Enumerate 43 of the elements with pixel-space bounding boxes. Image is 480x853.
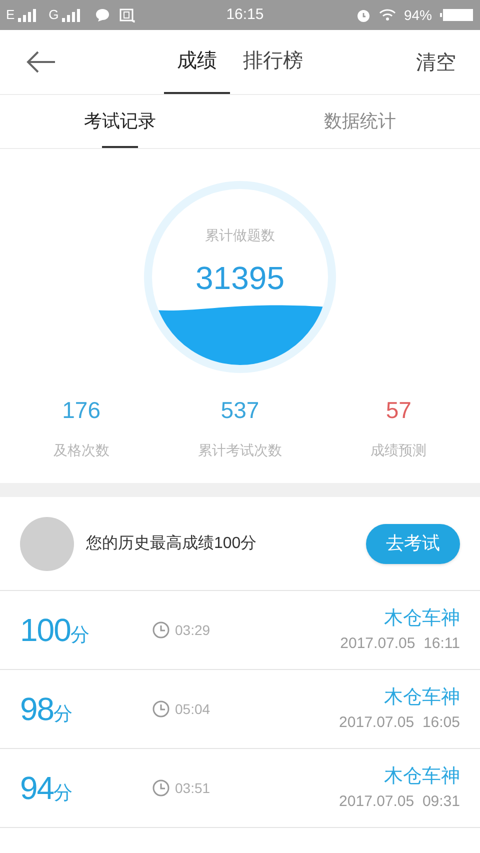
exam-duration: 03:29 [175, 620, 210, 640]
exam-duration: 03:51 [175, 778, 210, 798]
score-value: 98 [20, 690, 54, 729]
screenshot-icon [118, 8, 135, 22]
score-value: 100 [20, 611, 70, 650]
battery-icon [440, 8, 474, 22]
total-label: 累计做题数 [205, 226, 275, 245]
best-score-text: 您的历史最高成绩100分 [86, 534, 258, 554]
user-name: 木仓车神 [384, 606, 460, 630]
stat-label: 成绩预测 [370, 440, 427, 460]
user-name: 木仓车神 [384, 686, 460, 710]
total-value: 31395 [196, 259, 284, 298]
exam-date: 2017.07.05 16:11 [340, 634, 460, 654]
clock-icon [152, 779, 170, 797]
exam-date: 2017.07.05 16:05 [339, 713, 460, 733]
clock-icon [152, 700, 170, 718]
alarm-clock-icon [356, 8, 371, 22]
exam-date: 2017.07.05 09:31 [339, 792, 460, 812]
score-unit: 分 [54, 783, 73, 806]
chat-bubble-icon [94, 8, 110, 22]
user-name: 木仓车神 [384, 764, 460, 788]
exam-duration: 05:04 [175, 700, 210, 718]
nav-tab[interactable]: 成绩 [164, 30, 230, 94]
stat-label: 及格次数 [53, 440, 110, 460]
avatar [20, 516, 74, 570]
sub-tab[interactable]: 数据统计 [324, 95, 396, 148]
score-unit: 分 [54, 703, 73, 727]
sub-tab[interactable]: 考试记录 [84, 95, 156, 148]
clock-icon [152, 621, 170, 639]
stat-value: 537 [220, 396, 260, 425]
stat-value: 176 [62, 396, 101, 425]
stat-value: 57 [386, 396, 412, 425]
clear-button[interactable]: 清空 [416, 48, 456, 78]
nav-tab[interactable]: 排行榜 [230, 30, 316, 94]
clock-time: 16:15 [225, 4, 265, 25]
network-type: G [48, 6, 59, 24]
score-unit: 分 [70, 625, 90, 648]
back-arrow-icon[interactable] [26, 51, 56, 73]
battery-percent: 94% [404, 6, 432, 24]
stat-label: 累计考试次数 [198, 440, 282, 460]
network-type: E [6, 6, 15, 24]
score-value: 94 [20, 769, 54, 808]
wifi-icon [378, 9, 396, 21]
